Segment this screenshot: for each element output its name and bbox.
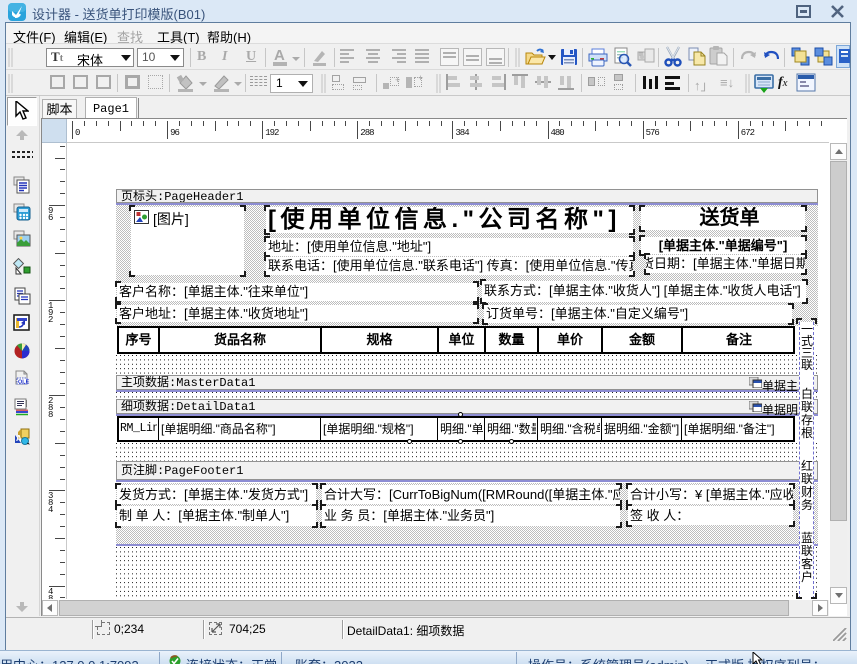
svg-text:OLE: OLE <box>18 380 30 386</box>
